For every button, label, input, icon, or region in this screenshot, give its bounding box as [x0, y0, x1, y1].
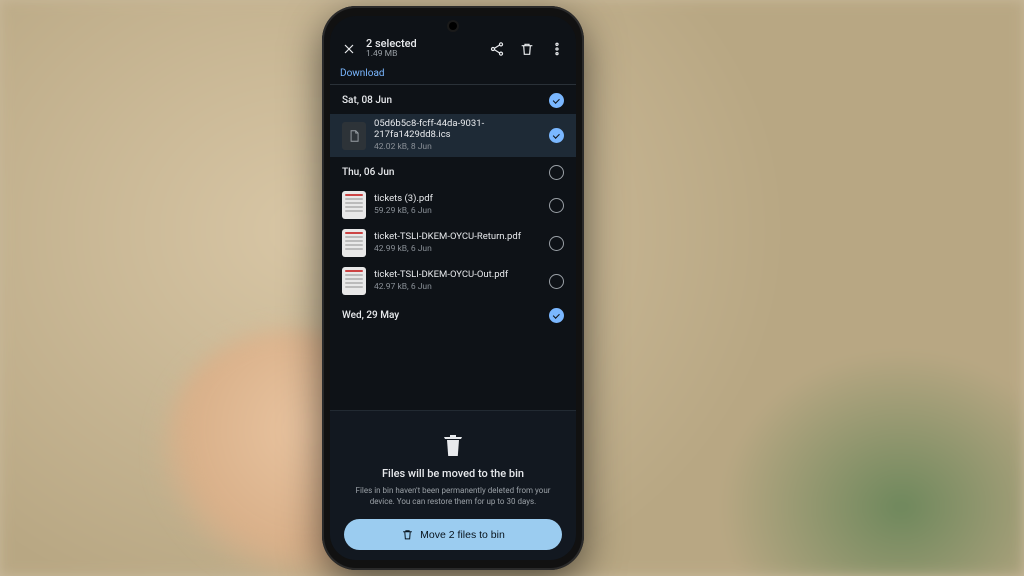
confirm-sheet: Files will be moved to the bin Files in … — [330, 410, 576, 560]
group-header[interactable]: Wed, 29 May — [330, 300, 576, 329]
group-label: Wed, 29 May — [342, 310, 399, 321]
group-select-toggle[interactable] — [549, 308, 564, 323]
pdf-thumbnail-icon — [342, 191, 366, 219]
file-subtext: 42.99 kB, 6 Jun — [374, 244, 541, 254]
file-list: Sat, 08 Jun 05d6b5c8-fcff-44da-9031-217f… — [330, 85, 576, 347]
more-icon[interactable] — [548, 40, 566, 58]
phone-screen: 2 selected 1.49 MB Download Sat, 08 Jun — [330, 16, 576, 560]
sheet-body: Files in bin haven't been permanently de… — [344, 486, 562, 507]
selection-size: 1.49 MB — [366, 50, 480, 59]
app-bar: 2 selected 1.49 MB — [330, 36, 576, 65]
file-select-toggle[interactable] — [549, 198, 564, 213]
file-select-toggle[interactable] — [549, 236, 564, 251]
file-icon — [342, 122, 366, 150]
sheet-title: Files will be moved to the bin — [344, 467, 562, 480]
file-name: 05d6b5c8-fcff-44da-9031-217fa1429dd8.ics — [374, 119, 541, 141]
file-select-toggle[interactable] — [549, 274, 564, 289]
file-row-partial[interactable] — [342, 333, 564, 347]
camera-cutout — [449, 22, 457, 30]
cta-label: Move 2 files to bin — [420, 529, 505, 541]
close-icon[interactable] — [340, 40, 358, 58]
appbar-title-block: 2 selected 1.49 MB — [366, 38, 480, 59]
file-name: ticket-TSLI-DKEM-OYCU-Out.pdf — [374, 270, 541, 281]
group-label: Sat, 08 Jun — [342, 95, 392, 106]
file-row[interactable]: ticket-TSLI-DKEM-OYCU-Return.pdf 42.99 k… — [330, 224, 576, 262]
group-header[interactable]: Sat, 08 Jun — [330, 85, 576, 114]
share-icon[interactable] — [488, 40, 506, 58]
file-name: ticket-TSLI-DKEM-OYCU-Return.pdf — [374, 232, 541, 243]
file-subtext: 42.02 kB, 8 Jun — [374, 142, 541, 152]
file-subtext: 59.29 kB, 6 Jun — [374, 206, 541, 216]
group-header[interactable]: Thu, 06 Jun — [330, 157, 576, 186]
pdf-thumbnail-icon — [342, 229, 366, 257]
file-row[interactable]: 05d6b5c8-fcff-44da-9031-217fa1429dd8.ics… — [330, 114, 576, 157]
pdf-thumbnail-icon — [342, 267, 366, 295]
breadcrumb[interactable]: Download — [330, 65, 576, 85]
delete-icon[interactable] — [518, 40, 536, 58]
bin-small-icon — [401, 528, 414, 541]
phone-frame: 2 selected 1.49 MB Download Sat, 08 Jun — [322, 6, 584, 570]
group-label: Thu, 06 Jun — [342, 167, 394, 178]
file-subtext: 42.97 kB, 6 Jun — [374, 282, 541, 292]
file-name: tickets (3).pdf — [374, 194, 541, 205]
bin-icon — [440, 431, 466, 459]
group-select-toggle[interactable] — [549, 165, 564, 180]
file-row[interactable]: tickets (3).pdf 59.29 kB, 6 Jun — [330, 186, 576, 224]
file-row[interactable]: ticket-TSLI-DKEM-OYCU-Out.pdf 42.97 kB, … — [330, 262, 576, 300]
file-select-toggle[interactable] — [549, 128, 564, 143]
group-select-toggle[interactable] — [549, 93, 564, 108]
move-to-bin-button[interactable]: Move 2 files to bin — [344, 519, 562, 550]
